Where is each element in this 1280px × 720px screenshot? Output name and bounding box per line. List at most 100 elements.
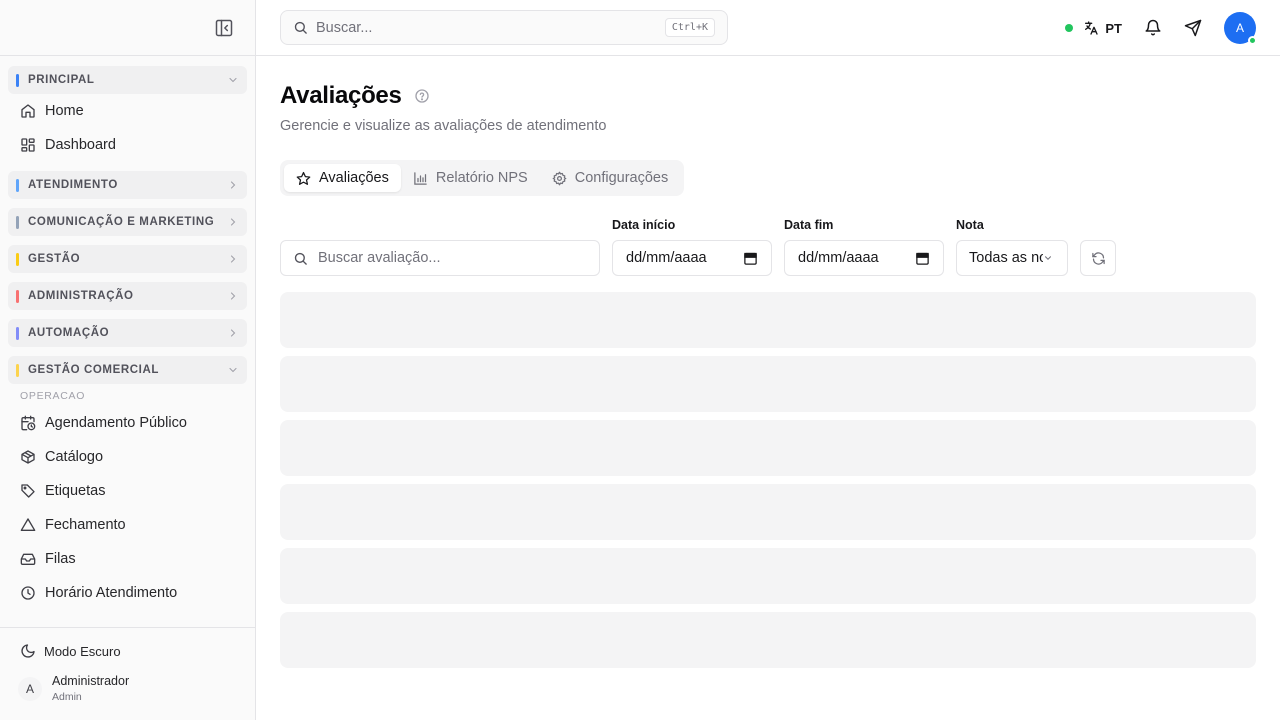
user-avatar-button[interactable]: A bbox=[1224, 12, 1257, 45]
sidebar-item-label: Filas bbox=[45, 551, 76, 567]
search-icon bbox=[293, 251, 308, 266]
search-icon bbox=[293, 20, 308, 35]
chevron-down-icon bbox=[227, 364, 239, 376]
section-color-bar bbox=[16, 252, 19, 266]
refresh-icon bbox=[1091, 251, 1106, 266]
section-label: AUTOMAÇÃO bbox=[28, 327, 110, 339]
section-label: GESTÃO bbox=[28, 253, 81, 265]
section-label: ADMINISTRAÇÃO bbox=[28, 290, 134, 302]
rating-select[interactable]: Todas as notas bbox=[956, 240, 1068, 276]
sidebar-nav[interactable]: PRINCIPAL Home Dashboard ATENDIMENTO COM… bbox=[0, 56, 255, 627]
alert-triangle-icon bbox=[20, 517, 36, 533]
end-date-input[interactable]: dd/mm/aaaa bbox=[784, 240, 944, 276]
sidebar-item-label: Etiquetas bbox=[45, 483, 106, 499]
help-icon[interactable] bbox=[414, 88, 430, 104]
chevron-right-icon bbox=[227, 327, 239, 339]
section-color-bar bbox=[16, 326, 19, 340]
connection-status-dot bbox=[1065, 24, 1074, 32]
sidebar-item-dashboard[interactable]: Dashboard bbox=[8, 128, 247, 162]
translate-icon bbox=[1083, 20, 1099, 36]
sidebar-item-catalogo[interactable]: Catálogo bbox=[8, 440, 247, 474]
bell-icon[interactable] bbox=[1144, 19, 1162, 37]
send-icon[interactable] bbox=[1184, 19, 1202, 37]
tab-list: Avaliações Relatório NPS Configurações bbox=[280, 160, 685, 196]
tab-label: Relatório NPS bbox=[435, 170, 528, 186]
page-title: Avaliações bbox=[280, 82, 402, 109]
online-indicator bbox=[1248, 36, 1257, 45]
language-switcher[interactable]: PT bbox=[1083, 20, 1122, 36]
sidebar-toggle-icon[interactable] bbox=[214, 18, 234, 38]
section-label: COMUNICAÇÃO E MARKETING bbox=[28, 216, 215, 228]
tag-icon bbox=[20, 483, 36, 499]
sidebar-item-label: Agendamento Público bbox=[45, 415, 187, 431]
section-comunicacao-marketing[interactable]: COMUNICAÇÃO E MARKETING bbox=[8, 208, 247, 236]
sidebar-item-label: Home bbox=[45, 103, 84, 119]
star-icon bbox=[296, 171, 311, 186]
page-subtitle: Gerencie e visualize as avaliações de at… bbox=[280, 118, 607, 134]
section-label: ATENDIMENTO bbox=[28, 179, 118, 191]
language-code: PT bbox=[1105, 20, 1122, 36]
sidebar-footer: Modo Escuro A Administrador Admin bbox=[0, 627, 255, 720]
sidebar-item-label: Dashboard bbox=[45, 137, 116, 153]
section-atendimento[interactable]: ATENDIMENTO bbox=[8, 171, 247, 199]
tab-configuracoes[interactable]: Configurações bbox=[540, 164, 681, 192]
sidebar-item-agendamento-publico[interactable]: Agendamento Público bbox=[8, 406, 247, 440]
tab-label: Configurações bbox=[574, 170, 669, 186]
calendar-icon[interactable] bbox=[743, 251, 758, 266]
sidebar-item-label: Fechamento bbox=[45, 517, 126, 533]
chevron-right-icon bbox=[227, 179, 239, 191]
sidebar-item-etiquetas[interactable]: Etiquetas bbox=[8, 474, 247, 508]
section-principal[interactable]: PRINCIPAL bbox=[8, 66, 247, 94]
section-administracao[interactable]: ADMINISTRAÇÃO bbox=[8, 282, 247, 310]
sidebar-item-label: Horário Atendimento bbox=[45, 585, 178, 601]
dark-mode-label: Modo Escuro bbox=[44, 643, 121, 659]
shortcut-hint: Ctrl+K bbox=[664, 18, 715, 37]
section-color-bar bbox=[16, 73, 19, 87]
search-input[interactable] bbox=[316, 19, 665, 36]
calendar-icon[interactable] bbox=[915, 251, 930, 266]
user-profile[interactable]: A Administrador Admin bbox=[18, 674, 129, 703]
settings-icon bbox=[552, 171, 567, 186]
rating-filter-label: Nota bbox=[956, 218, 984, 232]
avatar-initial: A bbox=[1235, 21, 1244, 35]
sidebar-item-filas[interactable]: Filas bbox=[8, 542, 247, 576]
section-color-bar bbox=[16, 289, 19, 303]
global-search[interactable]: Ctrl+K bbox=[280, 10, 728, 45]
start-date-value: dd/mm/aaaa bbox=[626, 250, 707, 266]
section-automacao[interactable]: AUTOMAÇÃO bbox=[8, 319, 247, 347]
sidebar-item-fechamento[interactable]: Fechamento bbox=[8, 508, 247, 542]
loading-skeleton-row bbox=[280, 292, 1256, 348]
tab-avaliacoes[interactable]: Avaliações bbox=[284, 164, 401, 192]
chevron-down-icon bbox=[1043, 253, 1053, 263]
avatar: A bbox=[18, 676, 42, 701]
loading-skeleton-row bbox=[280, 356, 1256, 412]
dashboard-icon bbox=[20, 137, 36, 153]
tab-relatorio-nps[interactable]: Relatório NPS bbox=[401, 164, 540, 192]
chevron-right-icon bbox=[227, 253, 239, 265]
dark-mode-toggle[interactable]: Modo Escuro bbox=[20, 643, 121, 659]
chevron-right-icon bbox=[227, 290, 239, 302]
loading-skeleton-row bbox=[280, 484, 1256, 540]
tab-label: Avaliações bbox=[319, 170, 389, 186]
sidebar-item-home[interactable]: Home bbox=[8, 94, 247, 128]
chevron-down-icon bbox=[227, 74, 239, 86]
rating-select-value: Todas as notas bbox=[969, 250, 1043, 266]
package-icon bbox=[20, 449, 36, 465]
header-actions: PT A bbox=[1065, 12, 1257, 45]
start-date-input[interactable]: dd/mm/aaaa bbox=[612, 240, 772, 276]
refresh-button[interactable] bbox=[1080, 240, 1116, 276]
loading-skeleton-row bbox=[280, 420, 1256, 476]
section-label: GESTÃO COMERCIAL bbox=[28, 364, 159, 376]
sidebar-header bbox=[0, 0, 255, 56]
bar-chart-icon bbox=[413, 171, 428, 186]
section-gestao-comercial[interactable]: GESTÃO COMERCIAL bbox=[8, 356, 247, 384]
clock-icon bbox=[20, 585, 36, 601]
sidebar-item-horario-atendimento[interactable]: Horário Atendimento bbox=[8, 576, 247, 610]
section-color-bar bbox=[16, 363, 19, 377]
loading-skeleton-row bbox=[280, 612, 1256, 668]
calendar-clock-icon bbox=[20, 415, 36, 431]
section-gestao[interactable]: GESTÃO bbox=[8, 245, 247, 273]
rating-search-field[interactable] bbox=[280, 240, 600, 276]
home-icon bbox=[20, 103, 36, 119]
rating-search-input[interactable] bbox=[318, 250, 587, 266]
